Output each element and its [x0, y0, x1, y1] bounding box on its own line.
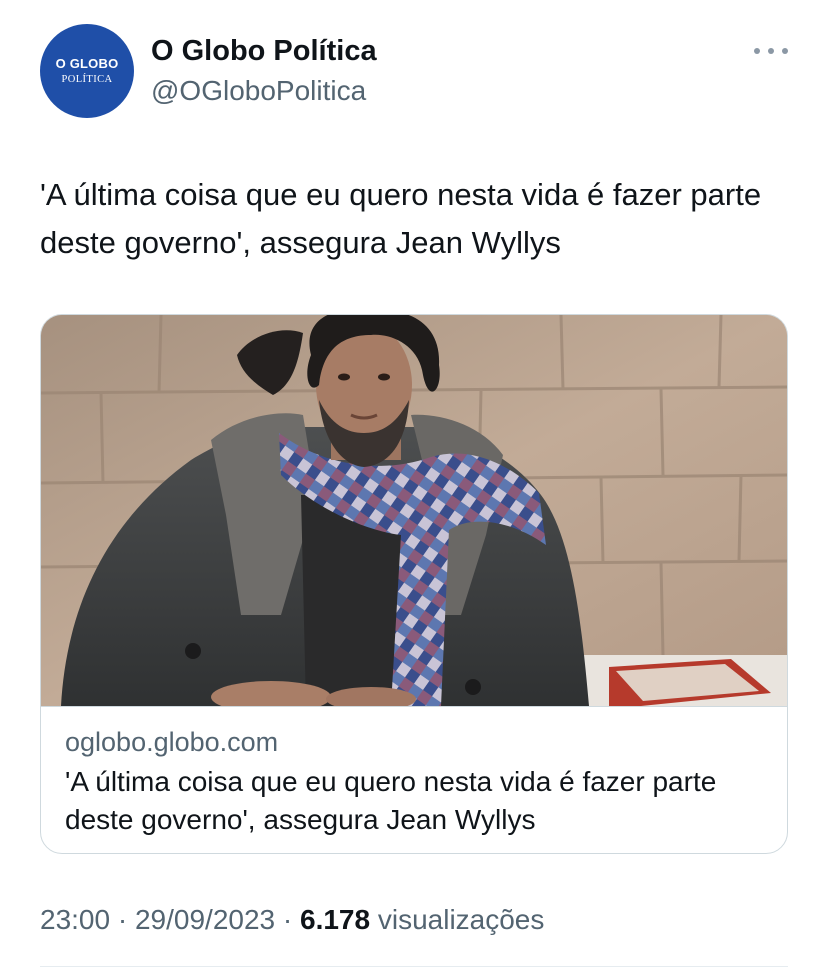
tweet-date[interactable]: 29/09/2023: [135, 904, 275, 935]
link-card-domain: oglobo.globo.com: [65, 727, 279, 757]
tweet-footer: 23:00 · 29/09/2023 · 6.178 visualizações: [40, 902, 544, 938]
avatar-logo-text: O GLOBO: [55, 55, 119, 71]
link-card-meta: oglobo.globo.com 'A última coisa que eu …: [41, 706, 787, 853]
avatar[interactable]: O GLOBO POLÍTICA: [40, 24, 134, 118]
more-dot: [754, 48, 760, 54]
display-name[interactable]: O Globo Política: [151, 34, 377, 68]
more-horizontal-icon[interactable]: [754, 46, 788, 56]
tweet-time[interactable]: 23:00: [40, 904, 110, 935]
photo-illustration: [41, 315, 787, 706]
user-handle[interactable]: @OGloboPolitica: [151, 74, 366, 108]
views-label[interactable]: visualizações: [378, 904, 545, 935]
footer-separator: ·: [117, 904, 128, 935]
more-dot: [782, 48, 788, 54]
views-count[interactable]: 6.178: [300, 904, 370, 935]
more-dot: [768, 48, 774, 54]
tweet-header: O GLOBO POLÍTICA O Globo Política @OGlob…: [40, 24, 788, 120]
link-card-title: 'A última coisa que eu quero nesta vida …: [65, 766, 717, 835]
avatar-logo-subtext: POLÍTICA: [61, 73, 113, 85]
divider: [40, 966, 788, 967]
link-card[interactable]: oglobo.globo.com 'A última coisa que eu …: [40, 314, 788, 854]
link-card-image[interactable]: [41, 315, 787, 706]
footer-separator: ·: [282, 904, 293, 935]
tweet-text: 'A última coisa que eu quero nesta vida …: [40, 177, 762, 260]
